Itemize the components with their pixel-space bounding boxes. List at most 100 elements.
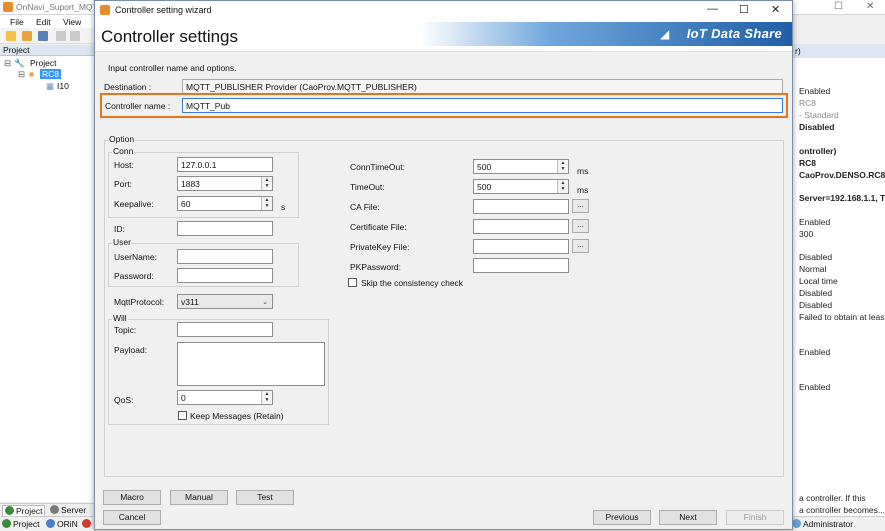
new-icon[interactable] (6, 31, 16, 41)
property-value: Enabled (799, 382, 831, 392)
tree-root-label[interactable]: Project (30, 58, 56, 68)
controller-name-input[interactable]: MQTT_Pub (182, 98, 783, 113)
host-label: Host: (114, 160, 134, 170)
wizard-body: Input controller name and options. Desti… (95, 51, 792, 529)
project-tree[interactable]: ⊟ 🔧 Project ⊟ ■ RC8 ▦ I10 (0, 56, 94, 502)
password-input[interactable] (177, 268, 273, 283)
status-project[interactable]: Project (2, 519, 39, 529)
tree-folder-icon: ■ (29, 69, 35, 79)
port-input[interactable]: 1883 ▲ ▼ (177, 176, 273, 191)
copy-icon[interactable] (56, 31, 66, 41)
tab-project-label: Project (16, 506, 43, 516)
finish-button[interactable]: Finish (726, 510, 784, 525)
qos-input[interactable]: 0 ▲ ▼ (177, 390, 273, 405)
maximize-icon[interactable]: ☐ (739, 3, 749, 16)
brand-logo-icon: ◢ (660, 27, 670, 41)
app-maximize-icon[interactable]: ☐ (834, 1, 843, 12)
conntimeout-input[interactable]: 500 ▲ ▼ (473, 159, 569, 174)
menu-edit[interactable]: Edit (36, 17, 51, 27)
tab-server-label: Server (61, 505, 87, 515)
property-value: - Standard (799, 110, 839, 120)
keepalive-unit: s (281, 202, 286, 212)
payload-label: Payload: (114, 345, 148, 355)
qos-value: 0 (181, 393, 186, 403)
property-value: a controller becomes... (799, 505, 885, 515)
property-value: Enabled (799, 86, 831, 96)
test-button[interactable]: Test (236, 490, 294, 505)
destination-field: MQTT_PUBLISHER Provider (CaoProv.MQTT_PU… (182, 79, 783, 94)
save-icon[interactable] (38, 31, 48, 41)
certfile-input[interactable] (473, 219, 569, 234)
controller-setting-wizard-dialog: Controller setting wizard — ☐ ✕ Controll… (94, 0, 793, 530)
password-label: Password: (114, 271, 154, 281)
property-value: 300 (799, 229, 814, 239)
certfile-browse-button[interactable]: ... (572, 219, 589, 233)
username-input[interactable] (177, 249, 273, 264)
id-input[interactable] (177, 221, 273, 236)
tab-server[interactable]: Server (48, 505, 88, 515)
topic-label: Topic: (114, 325, 137, 335)
menu-file[interactable]: File (10, 17, 24, 27)
port-spinner-icon[interactable]: ▲ ▼ (261, 177, 272, 190)
menu-view[interactable]: View (63, 17, 81, 27)
mqttprotocol-select[interactable]: v311 ⌄ (177, 294, 273, 309)
cancel-button[interactable]: Cancel (103, 510, 161, 525)
host-input[interactable]: 127.0.0.1 (177, 157, 273, 172)
property-value: Failed to obtain at least (799, 312, 885, 322)
qos-label: QoS: (114, 395, 134, 405)
topic-input[interactable] (177, 322, 273, 337)
id-label: ID: (114, 224, 125, 234)
previous-button[interactable]: Previous (593, 510, 651, 525)
will-group-title: Will (112, 313, 128, 323)
app-close-icon[interactable]: ✕ (866, 1, 874, 12)
tree-root-icon: 🔧 (14, 58, 25, 68)
manual-button[interactable]: Manual (170, 490, 228, 505)
privkey-browse-button[interactable]: ... (572, 239, 589, 253)
tree-io-icon: ▦ (46, 81, 55, 91)
macro-button[interactable]: Macro (103, 490, 161, 505)
paste-icon[interactable] (70, 31, 80, 41)
tree-expand-icon[interactable]: ⊟ (4, 58, 11, 69)
property-value: RC8 (799, 158, 817, 168)
skip-consistency-checkbox[interactable] (348, 278, 357, 287)
user-group-title: User (112, 237, 132, 247)
project-tab-icon (5, 506, 14, 515)
property-value: Enabled (799, 217, 831, 227)
keep-messages-checkbox[interactable] (178, 411, 187, 420)
privkey-label: PrivateKey File: (350, 242, 410, 252)
property-value: ontroller) (799, 146, 837, 156)
status-user: Administrator (792, 519, 853, 529)
payload-textarea[interactable] (177, 342, 325, 386)
qos-spinner-icon[interactable]: ▲ ▼ (261, 391, 272, 404)
timeout-input[interactable]: 500 ▲ ▼ (473, 179, 569, 194)
keepalive-spinner-icon[interactable]: ▲ ▼ (261, 197, 272, 210)
conntimeout-spinner-icon[interactable]: ▲ ▼ (557, 160, 568, 173)
page-title: Controller settings (101, 27, 239, 46)
tree-child-label[interactable]: I10 (57, 81, 69, 91)
bottom-tabs: Project Server (0, 503, 94, 517)
pkpassword-label: PKPassword: (350, 262, 402, 272)
property-value: Disabled (799, 300, 833, 310)
project-panel-header: Project (0, 45, 94, 56)
cafile-label: CA File: (350, 202, 380, 212)
app-toolbar (0, 28, 94, 44)
instruction-text: Input controller name and options. (108, 63, 237, 73)
orin-status-icon (46, 519, 55, 528)
controller-name-label: Controller name : (105, 101, 171, 111)
tree-controller-label[interactable]: RC8 (40, 69, 62, 79)
open-folder-icon[interactable] (22, 31, 32, 41)
cafile-input[interactable] (473, 199, 569, 214)
cafile-browse-button[interactable]: ... (572, 199, 589, 213)
status-orin[interactable]: ORiN (46, 519, 78, 529)
privkey-input[interactable] (473, 239, 569, 254)
port-label: Port: (114, 179, 132, 189)
certfile-label: Certificate File: (350, 222, 407, 232)
keepalive-input[interactable]: 60 ▲ ▼ (177, 196, 273, 211)
app-menubar: File Edit View (0, 15, 94, 28)
minimize-icon[interactable]: — (707, 3, 718, 15)
tree-expand-icon-2[interactable]: ⊟ (18, 69, 25, 80)
next-button[interactable]: Next (659, 510, 717, 525)
close-icon[interactable]: ✕ (771, 3, 780, 16)
timeout-spinner-icon[interactable]: ▲ ▼ (557, 180, 568, 193)
pkpassword-input[interactable] (473, 258, 569, 273)
